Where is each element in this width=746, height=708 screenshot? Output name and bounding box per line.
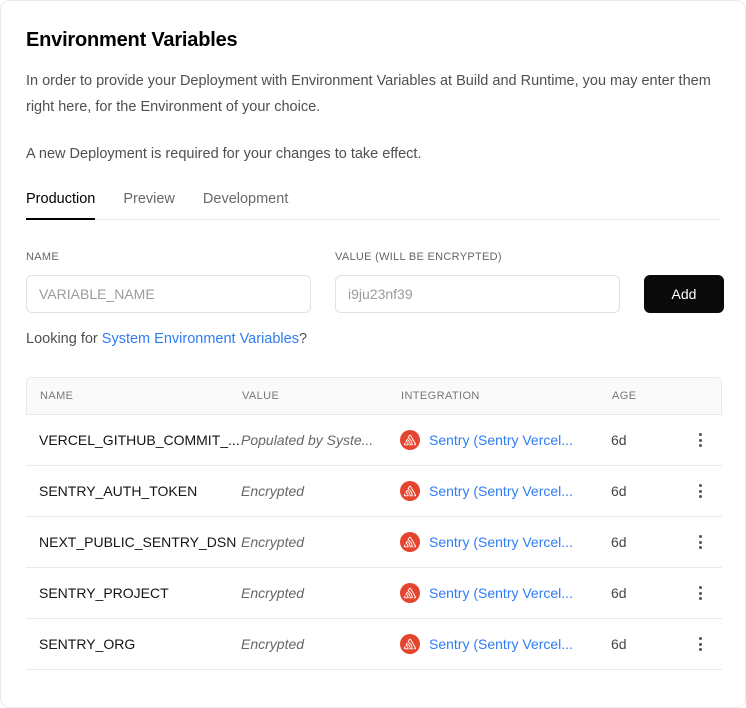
kebab-menu-icon[interactable] <box>693 531 708 553</box>
table-row: VERCEL_GITHUB_COMMIT_... Populated by Sy… <box>26 415 722 466</box>
kebab-menu-icon[interactable] <box>693 429 708 451</box>
age-cell: 6d <box>611 585 671 601</box>
environment-variables-panel: Environment Variables In order to provid… <box>0 0 746 708</box>
name-field-group: NAME <box>26 251 311 313</box>
variable-value-cell: Encrypted <box>241 483 400 499</box>
tab-preview[interactable]: Preview <box>123 191 175 220</box>
integration-cell: Sentry (Sentry Vercel... <box>400 634 611 654</box>
sentry-icon <box>400 532 420 552</box>
header-value: VALUE <box>242 390 401 402</box>
header-integration: INTEGRATION <box>401 390 612 402</box>
value-field-label: VALUE (WILL BE ENCRYPTED) <box>335 251 620 263</box>
sentry-icon <box>400 583 420 603</box>
table-row: SENTRY_PROJECT Encrypted Sentry (Sentry … <box>26 568 722 619</box>
sentry-icon <box>400 481 420 501</box>
system-env-variables-link[interactable]: System Environment Variables <box>102 331 299 347</box>
variable-value-cell: Encrypted <box>241 534 400 550</box>
age-cell: 6d <box>611 483 671 499</box>
variable-value-cell: Encrypted <box>241 585 400 601</box>
integration-link[interactable]: Sentry (Sentry Vercel... <box>429 483 573 499</box>
age-cell: 6d <box>611 636 671 652</box>
age-cell: 6d <box>611 432 671 448</box>
integration-cell: Sentry (Sentry Vercel... <box>400 583 611 603</box>
kebab-menu-icon[interactable] <box>693 633 708 655</box>
integration-link[interactable]: Sentry (Sentry Vercel... <box>429 432 573 448</box>
system-env-hint: Looking for System Environment Variables… <box>26 331 720 347</box>
variable-value-input[interactable] <box>335 275 620 313</box>
header-name: NAME <box>27 390 242 402</box>
page-title: Environment Variables <box>26 29 720 52</box>
sentry-icon <box>400 634 420 654</box>
system-env-hint-prefix: Looking for <box>26 331 102 347</box>
name-field-label: NAME <box>26 251 311 263</box>
tab-production[interactable]: Production <box>26 191 95 220</box>
variables-table: NAME VALUE INTEGRATION AGE VERCEL_GITHUB… <box>26 377 722 670</box>
integration-link[interactable]: Sentry (Sentry Vercel... <box>429 636 573 652</box>
integration-link[interactable]: Sentry (Sentry Vercel... <box>429 534 573 550</box>
add-variable-form: NAME VALUE (WILL BE ENCRYPTED) Add <box>26 251 720 313</box>
tab-development[interactable]: Development <box>203 191 288 220</box>
table-row: SENTRY_ORG Encrypted Sentry (Sentry Verc… <box>26 619 722 670</box>
header-age: AGE <box>612 390 672 402</box>
table-row: NEXT_PUBLIC_SENTRY_DSN Encrypted Sentry … <box>26 517 722 568</box>
environment-tabs: Production Preview Development <box>26 191 720 220</box>
description-paragraph-2: A new Deployment is required for your ch… <box>26 141 720 167</box>
table-row: SENTRY_AUTH_TOKEN Encrypted Sentry (Sent… <box>26 466 722 517</box>
integration-cell: Sentry (Sentry Vercel... <box>400 532 611 552</box>
kebab-menu-icon[interactable] <box>693 480 708 502</box>
variable-value-cell: Populated by Syste... <box>241 432 400 448</box>
kebab-menu-icon[interactable] <box>693 582 708 604</box>
variable-name-cell: NEXT_PUBLIC_SENTRY_DSN <box>26 534 241 550</box>
value-field-group: VALUE (WILL BE ENCRYPTED) <box>335 251 620 313</box>
table-header-row: NAME VALUE INTEGRATION AGE <box>26 377 722 415</box>
add-button[interactable]: Add <box>644 275 724 313</box>
integration-cell: Sentry (Sentry Vercel... <box>400 481 611 501</box>
variable-name-input[interactable] <box>26 275 311 313</box>
integration-cell: Sentry (Sentry Vercel... <box>400 430 611 450</box>
age-cell: 6d <box>611 534 671 550</box>
system-env-hint-suffix: ? <box>299 331 307 347</box>
sentry-icon <box>400 430 420 450</box>
description-paragraph-1: In order to provide your Deployment with… <box>26 68 720 120</box>
integration-link[interactable]: Sentry (Sentry Vercel... <box>429 585 573 601</box>
variable-name-cell: SENTRY_PROJECT <box>26 585 241 601</box>
variable-value-cell: Encrypted <box>241 636 400 652</box>
table-body: VERCEL_GITHUB_COMMIT_... Populated by Sy… <box>26 415 722 670</box>
variable-name-cell: SENTRY_AUTH_TOKEN <box>26 483 241 499</box>
variable-name-cell: SENTRY_ORG <box>26 636 241 652</box>
variable-name-cell: VERCEL_GITHUB_COMMIT_... <box>26 432 241 448</box>
